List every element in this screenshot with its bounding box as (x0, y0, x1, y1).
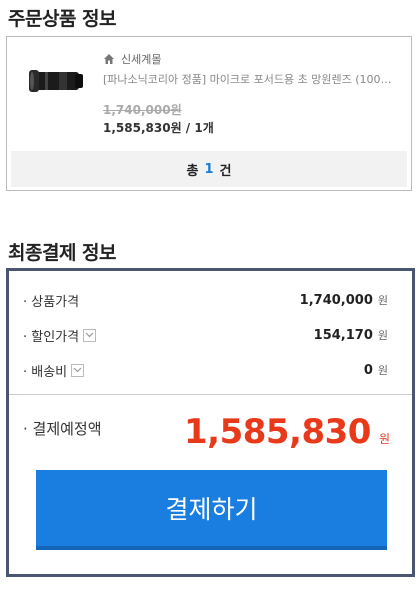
original-price: 1,740,000원 (103, 103, 182, 117)
payment-section-title: 최종결제 정보 (8, 242, 117, 264)
count-value: 1 (204, 161, 214, 177)
sale-price-quantity: 1,585,830원 / 1개 (103, 121, 214, 135)
order-product-box: 신세계몰 [파나소닉코리아 정품] 마이크로 포서드용 초 망원렌즈 (100-… (6, 36, 412, 191)
total-amount-label: · 결제예정액 (23, 420, 102, 438)
discount-price-label: · 할인가격 (23, 329, 80, 345)
total-amount-unit: 원 (378, 432, 390, 446)
discount-price-value: 154,170 원 (313, 328, 388, 343)
shipping-fee-label: · 배송비 (23, 364, 68, 380)
product-name[interactable]: [파나소닉코리아 정품] 마이크로 포서드용 초 망원렌즈 (100-400mm… (103, 71, 393, 87)
discount-price-row: · 할인가격 154,170 원 (23, 325, 388, 345)
product-lens-image[interactable] (29, 63, 85, 99)
seller-row: 신세계몰 (103, 51, 161, 67)
shipping-fee-row: · 배송비 0원 (23, 360, 388, 380)
product-price-label: · 상품가격 (23, 294, 80, 310)
total-amount-value: 1,585,830 (184, 412, 371, 452)
home-icon (104, 54, 114, 64)
order-section-title: 주문상품 정보 (8, 8, 117, 30)
chevron-down-icon[interactable] (83, 328, 97, 342)
pay-button[interactable]: 결제하기 (36, 470, 387, 550)
shipping-fee-value: 0원 (363, 363, 388, 378)
total-amount: 1,585,830 원 (184, 412, 390, 452)
order-count-bar: 총 1 건 (11, 151, 407, 187)
seller-name[interactable]: 신세계몰 (121, 51, 161, 67)
divider (9, 394, 412, 395)
chevron-down-icon[interactable] (71, 363, 85, 377)
product-price-row: · 상품가격 1,740,000 원 (23, 290, 388, 310)
count-suffix: 건 (219, 163, 232, 179)
payment-summary-box: · 상품가격 1,740,000 원 · 할인가격 154,170 원 · 배송비 … (6, 268, 415, 577)
product-price-value: 1,740,000 원 (299, 293, 388, 308)
count-prefix: 총 (186, 163, 199, 179)
